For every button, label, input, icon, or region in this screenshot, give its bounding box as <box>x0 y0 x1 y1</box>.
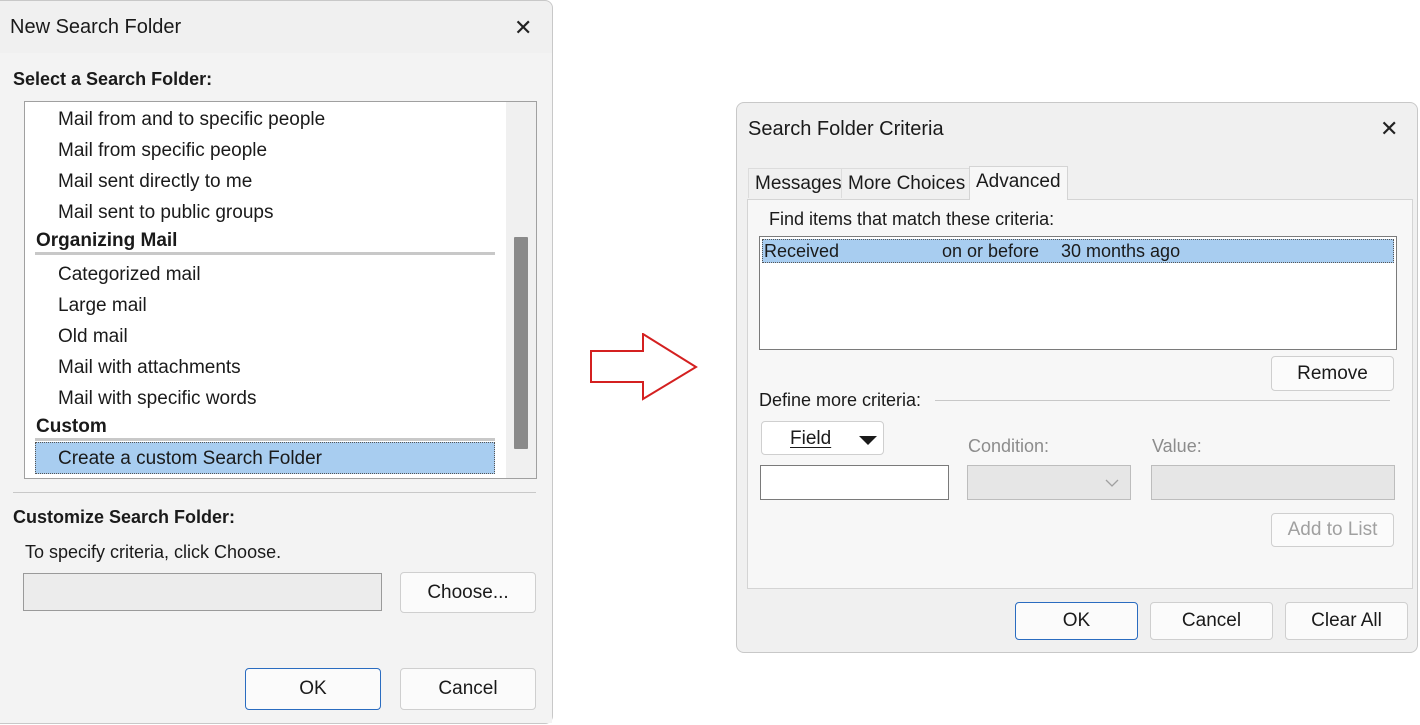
scrollbar-thumb[interactable] <box>514 237 528 449</box>
dialog-title: New Search Folder <box>10 16 182 38</box>
add-to-list-button: Add to List <box>1271 513 1394 547</box>
ok-button[interactable]: OK <box>1015 602 1138 640</box>
field-button-label: Field <box>790 428 832 449</box>
customize-label: Customize Search Folder: <box>13 507 236 527</box>
criteria-display-field <box>23 573 382 611</box>
list-item[interactable]: Mail with attachments <box>58 357 241 379</box>
list-item[interactable]: Mail with specific words <box>58 388 257 410</box>
tab-more-choices[interactable]: More Choices <box>841 168 973 198</box>
define-criteria-label: Define more criteria: <box>759 390 922 410</box>
chevron-down-icon <box>1105 479 1119 487</box>
select-folder-label: Select a Search Folder: <box>13 69 213 89</box>
vertical-scrollbar[interactable] <box>506 102 536 478</box>
search-folder-criteria-dialog: Search Folder Criteria ✕ Messages More C… <box>736 102 1418 653</box>
criteria-condition: on or before <box>942 241 1040 261</box>
dropdown-triangle-icon <box>859 436 877 445</box>
selected-item-label: Create a custom Search Folder <box>58 448 323 469</box>
clear-all-button[interactable]: Clear All <box>1285 602 1408 640</box>
cancel-button[interactable]: Cancel <box>400 668 536 710</box>
remove-button[interactable]: Remove <box>1271 356 1394 391</box>
close-icon[interactable]: ✕ <box>514 17 532 39</box>
choose-button[interactable]: Choose... <box>400 572 536 613</box>
dialog-title: Search Folder Criteria <box>748 118 944 140</box>
condition-label: Condition: <box>968 436 1050 456</box>
define-criteria-rule <box>935 400 1390 401</box>
value-input <box>1151 465 1395 500</box>
group-divider <box>35 438 495 441</box>
list-item[interactable]: Mail from specific people <box>58 140 267 162</box>
ok-button[interactable]: OK <box>245 668 381 710</box>
criteria-value: 30 months ago <box>1061 241 1181 261</box>
selected-list-item[interactable]: Create a custom Search Folder <box>35 442 495 474</box>
group-divider <box>35 252 495 255</box>
list-item[interactable]: Mail sent directly to me <box>58 171 252 193</box>
field-dropdown-button[interactable]: Field <box>761 421 884 455</box>
group-header-custom: Custom <box>36 416 107 437</box>
close-icon[interactable]: ✕ <box>1380 118 1398 140</box>
list-item[interactable]: Old mail <box>58 326 128 348</box>
section-divider <box>13 492 536 493</box>
field-input[interactable] <box>760 465 949 500</box>
new-search-folder-dialog: New Search Folder ✕ Select a Search Fold… <box>0 0 553 724</box>
cancel-button[interactable]: Cancel <box>1150 602 1273 640</box>
criteria-field: Received <box>764 241 840 261</box>
choose-hint: To specify criteria, click Choose. <box>25 542 282 562</box>
search-folder-list[interactable]: Mail from and to specific people Mail fr… <box>24 101 537 479</box>
right-arrow-icon <box>590 333 698 401</box>
group-header-organizing: Organizing Mail <box>36 230 178 251</box>
tab-advanced[interactable]: Advanced <box>969 166 1068 200</box>
list-item[interactable]: Mail from and to specific people <box>58 109 325 131</box>
find-criteria-label: Find items that match these criteria: <box>769 209 1055 229</box>
tab-messages[interactable]: Messages <box>748 168 849 198</box>
list-item[interactable]: Categorized mail <box>58 264 201 286</box>
criteria-row[interactable]: Received on or before 30 months ago <box>762 239 1394 263</box>
criteria-list[interactable]: Received on or before 30 months ago <box>759 236 1397 350</box>
list-item[interactable]: Mail sent to public groups <box>58 202 273 224</box>
value-label: Value: <box>1152 436 1202 456</box>
condition-select <box>967 465 1131 500</box>
list-item[interactable]: Large mail <box>58 295 147 317</box>
